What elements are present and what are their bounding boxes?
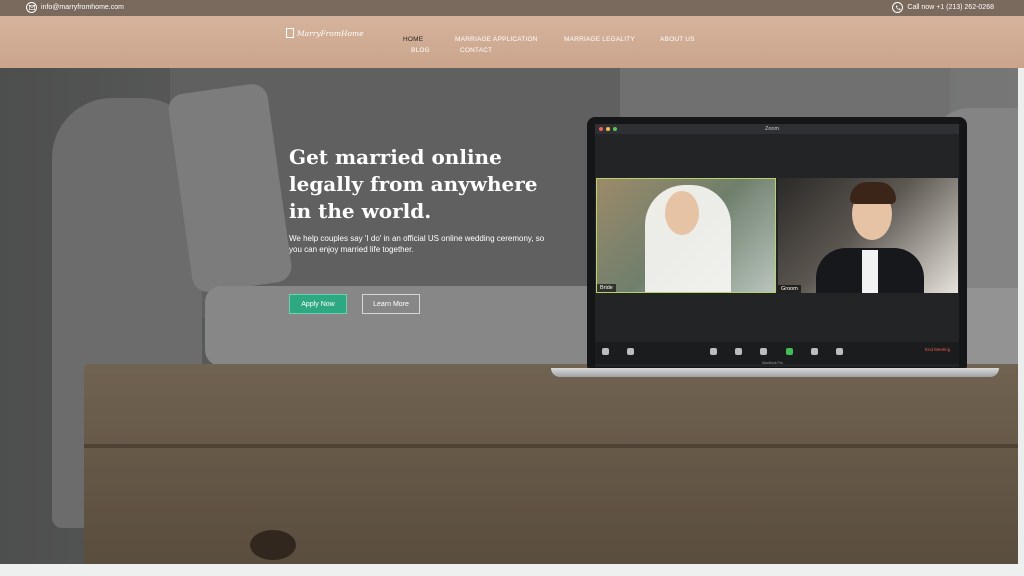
participants-icon: [735, 348, 742, 355]
groom-hair: [850, 182, 896, 204]
window-close-dot: [599, 127, 603, 131]
window-minimize-dot: [606, 127, 610, 131]
mail-icon: [26, 2, 37, 13]
email-contact[interactable]: info@marryfromhome.com: [26, 2, 124, 13]
hero-headline: Get married online legally from anywhere…: [289, 145, 538, 223]
mic-icon: [602, 348, 609, 355]
reactions-icon: [836, 348, 843, 355]
nav-about-us[interactable]: ABOUT US: [660, 36, 695, 43]
phone-icon: [892, 2, 904, 13]
hero-subtext: We help couples say 'I do' in an officia…: [289, 234, 545, 254]
security-icon: [710, 348, 717, 355]
groom-label: Groom: [778, 285, 801, 293]
bride-video-tile: Bride: [596, 178, 776, 293]
laptop-base: [551, 368, 999, 377]
groom-shirt: [862, 250, 878, 293]
page-bottom: [0, 564, 1024, 576]
phone-contact[interactable]: Call now +1 (213) 262-0268: [892, 2, 994, 13]
end-meeting-label: End Meeting: [925, 347, 951, 352]
apply-now-button[interactable]: Apply Now: [289, 294, 347, 314]
nav-contact[interactable]: CONTACT: [460, 47, 492, 54]
logo-icon: [286, 28, 294, 38]
chat-icon: [760, 348, 767, 355]
share-screen-icon: [786, 348, 793, 355]
phone-text[interactable]: Call now +1 (213) 262-0268: [907, 4, 994, 11]
nav-marriage-application[interactable]: MARRIAGE APPLICATION: [455, 36, 538, 43]
bride-face: [665, 191, 699, 235]
video-icon: [627, 348, 634, 355]
email-text[interactable]: info@marryfromhome.com: [41, 4, 124, 11]
bride-label: Bride: [597, 284, 616, 292]
contact-bar: info@marryfromhome.com Call now +1 (213)…: [0, 0, 1024, 16]
site-logo[interactable]: MarryFromHome: [286, 28, 364, 38]
laptop-brand-label: MacBook Pro: [762, 361, 784, 365]
zoom-title: Zoom: [765, 126, 780, 132]
learn-more-button[interactable]: Learn More: [362, 294, 420, 314]
logo-text: MarryFromHome: [297, 28, 364, 38]
record-icon: [811, 348, 818, 355]
groom-video-tile: Groom: [778, 178, 958, 293]
site-header: MarryFromHome HOME MARRIAGE APPLICATION …: [0, 16, 1024, 68]
nav-home[interactable]: HOME: [403, 36, 423, 43]
nav-blog[interactable]: BLOG: [411, 47, 430, 54]
window-maximize-dot: [613, 127, 617, 131]
nav-marriage-legality[interactable]: MARRIAGE LEGALITY: [564, 36, 635, 43]
